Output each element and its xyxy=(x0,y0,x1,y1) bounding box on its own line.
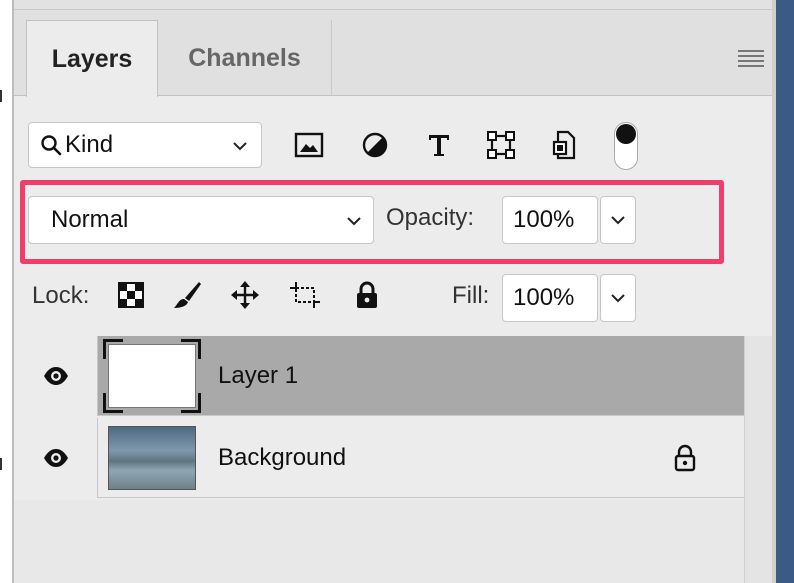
chevron-down-icon xyxy=(610,293,626,303)
edge-fragment xyxy=(0,458,8,470)
toggle-knob xyxy=(616,124,636,144)
image-filter-icon[interactable] xyxy=(292,128,326,162)
lock-artboard-icon[interactable] xyxy=(288,278,322,312)
filter-kind-dropdown[interactable]: Kind xyxy=(28,122,262,168)
layer-name: Background xyxy=(218,444,347,471)
lock-label: Lock: xyxy=(32,282,90,309)
type-filter-icon[interactable] xyxy=(422,128,456,162)
layers-empty-area[interactable] xyxy=(14,500,744,583)
eye-icon xyxy=(42,366,70,386)
filter-kind-label: Kind xyxy=(65,131,114,158)
blend-mode-value: Normal xyxy=(51,206,129,233)
tab-layers[interactable]: Layers xyxy=(26,20,158,97)
fill-value: 100% xyxy=(513,284,575,311)
fill-input[interactable]: 100% xyxy=(502,274,598,322)
search-icon xyxy=(39,132,65,158)
opacity-slider-button[interactable] xyxy=(600,196,636,244)
panel-tab-bar: Layers Channels xyxy=(14,10,772,97)
edge-fragment xyxy=(0,90,8,102)
chevron-down-icon xyxy=(229,135,251,157)
layers-scroll-gutter[interactable] xyxy=(744,336,772,583)
panel-menu-icon[interactable] xyxy=(738,50,764,68)
layer-name: Layer 1 xyxy=(218,362,299,389)
fill-slider-button[interactable] xyxy=(600,274,636,322)
background-thumbnail-image xyxy=(108,426,196,490)
tab-channels[interactable]: Channels xyxy=(158,20,332,96)
lock-all-icon[interactable] xyxy=(350,278,384,312)
chevron-down-icon xyxy=(610,215,626,225)
workspace-background xyxy=(776,0,794,583)
visibility-toggle[interactable] xyxy=(14,418,98,498)
chevron-down-icon xyxy=(343,210,365,232)
layer-thumbnail xyxy=(103,339,201,413)
opacity-input[interactable]: 100% xyxy=(502,196,598,244)
opacity-value: 100% xyxy=(513,206,575,233)
visibility-toggle[interactable] xyxy=(14,336,98,416)
filter-toggle-switch[interactable] xyxy=(614,122,638,170)
panel-top-border xyxy=(14,0,772,10)
opacity-label: Opacity: xyxy=(386,204,475,231)
lock-position-icon[interactable] xyxy=(228,278,262,312)
layers-panel: Layers Channels Kind Normal Opacity: 100… xyxy=(14,0,772,583)
smart-object-filter-icon[interactable] xyxy=(548,128,582,162)
layer-row-background[interactable]: Background xyxy=(14,418,744,498)
eye-icon xyxy=(42,448,70,468)
fill-label: Fill: xyxy=(452,282,490,309)
left-window-edge xyxy=(0,0,14,583)
shape-filter-icon[interactable] xyxy=(484,128,518,162)
lock-transparent-pixels-icon[interactable] xyxy=(114,278,148,312)
layer-row-layer-1[interactable]: Layer 1 xyxy=(14,336,744,416)
tab-layers-label: Layers xyxy=(51,44,133,73)
lock-image-pixels-icon[interactable] xyxy=(170,278,204,312)
adjustment-filter-icon[interactable] xyxy=(358,128,392,162)
lock-icon xyxy=(670,442,700,474)
blend-mode-dropdown[interactable]: Normal xyxy=(28,196,374,244)
tab-channels-label: Channels xyxy=(188,43,301,72)
